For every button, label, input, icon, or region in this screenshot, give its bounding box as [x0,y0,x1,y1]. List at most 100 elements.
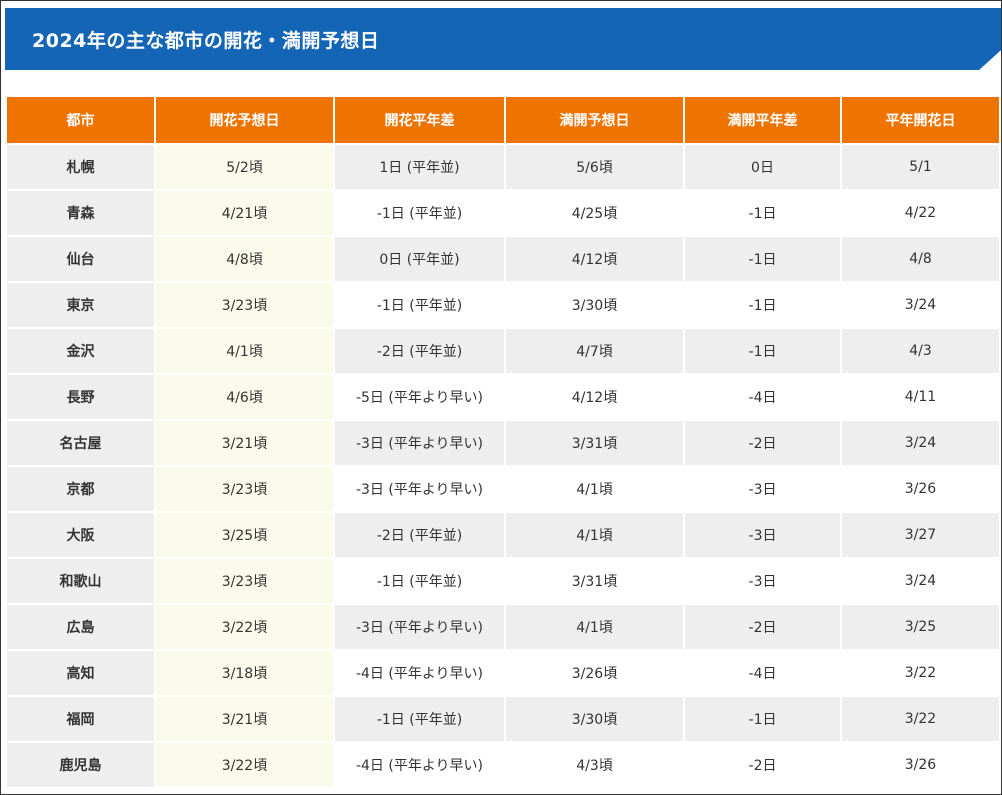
cell-normal-bloom-date: 3/24 [842,421,999,467]
cell-full-bloom-diff: -1日 [685,329,840,375]
cell-normal-bloom-date: 3/24 [842,283,999,329]
cell-bloom-diff: -5日 (平年より早い) [335,375,504,421]
header-full-bloom-date: 満開予想日 [506,97,683,145]
table-row: 金沢 4/1頃 -2日 (平年並) 4/7頃 -1日 4/3 [7,329,999,375]
page-frame: 2024年の主な都市の開花・満開予想日 都市 開花予想日 開花平年差 満開予想日… [0,0,1002,795]
cell-bloom-diff: -1日 (平年並) [335,191,504,237]
cell-city: 広島 [7,605,154,651]
cell-full-bloom-date: 4/1頃 [506,605,683,651]
cell-full-bloom-date: 4/1頃 [506,513,683,559]
cell-normal-bloom-date: 4/22 [842,191,999,237]
cell-city: 東京 [7,283,154,329]
table-row: 福岡 3/21頃 -1日 (平年並) 3/30頃 -1日 3/22 [7,697,999,743]
table-row: 和歌山 3/23頃 -1日 (平年並) 3/31頃 -3日 3/24 [7,559,999,605]
cell-full-bloom-diff: -1日 [685,191,840,237]
cell-full-bloom-date: 3/31頃 [506,421,683,467]
cell-bloom-date: 3/23頃 [156,559,333,605]
title-bar: 2024年の主な都市の開花・満開予想日 [5,8,1001,70]
cell-full-bloom-date: 3/30頃 [506,697,683,743]
table-row: 名古屋 3/21頃 -3日 (平年より早い) 3/31頃 -2日 3/24 [7,421,999,467]
cell-bloom-diff: 1日 (平年並) [335,145,504,191]
cell-city: 京都 [7,467,154,513]
cell-bloom-date: 3/22頃 [156,605,333,651]
cell-bloom-date: 3/23頃 [156,467,333,513]
cell-bloom-diff: -3日 (平年より早い) [335,467,504,513]
cell-full-bloom-diff: -4日 [685,375,840,421]
cell-full-bloom-date: 3/26頃 [506,651,683,697]
table-row: 東京 3/23頃 -1日 (平年並) 3/30頃 -1日 3/24 [7,283,999,329]
cell-bloom-diff: -1日 (平年並) [335,283,504,329]
cell-bloom-diff: -1日 (平年並) [335,697,504,743]
cell-city: 鹿児島 [7,743,154,789]
cell-bloom-date: 3/23頃 [156,283,333,329]
table-row: 高知 3/18頃 -4日 (平年より早い) 3/26頃 -4日 3/22 [7,651,999,697]
cell-bloom-date: 4/8頃 [156,237,333,283]
table-header-row: 都市 開花予想日 開花平年差 満開予想日 満開平年差 平年開花日 [7,97,999,145]
table-row: 京都 3/23頃 -3日 (平年より早い) 4/1頃 -3日 3/26 [7,467,999,513]
cell-normal-bloom-date: 3/27 [842,513,999,559]
cell-full-bloom-date: 5/6頃 [506,145,683,191]
cell-normal-bloom-date: 3/26 [842,743,999,789]
cell-full-bloom-date: 4/7頃 [506,329,683,375]
cell-full-bloom-date: 4/25頃 [506,191,683,237]
cell-normal-bloom-date: 4/11 [842,375,999,421]
table-row: 鹿児島 3/22頃 -4日 (平年より早い) 4/3頃 -2日 3/26 [7,743,999,789]
cell-city: 青森 [7,191,154,237]
cell-normal-bloom-date: 3/26 [842,467,999,513]
cell-bloom-date: 4/21頃 [156,191,333,237]
table-body: 札幌 5/2頃 1日 (平年並) 5/6頃 0日 5/1 青森 4/21頃 -1日 (平年並) 4… [7,145,999,789]
cell-full-bloom-diff: -3日 [685,559,840,605]
cell-full-bloom-diff: 0日 [685,145,840,191]
cell-full-bloom-date: 4/3頃 [506,743,683,789]
table-row: 長野 4/6頃 -5日 (平年より早い) 4/12頃 -4日 4/11 [7,375,999,421]
cell-full-bloom-diff: -2日 [685,421,840,467]
cell-full-bloom-diff: -1日 [685,697,840,743]
cell-bloom-diff: -3日 (平年より早い) [335,421,504,467]
cell-bloom-diff: 0日 (平年並) [335,237,504,283]
header-bloom-diff: 開花平年差 [335,97,504,145]
cell-bloom-date: 4/6頃 [156,375,333,421]
cell-bloom-date: 3/21頃 [156,421,333,467]
cell-bloom-diff: -2日 (平年並) [335,329,504,375]
cell-bloom-date: 3/25頃 [156,513,333,559]
cell-bloom-diff: -3日 (平年より早い) [335,605,504,651]
cell-full-bloom-diff: -2日 [685,605,840,651]
header-full-bloom-diff: 満開平年差 [685,97,840,145]
header-bloom-date: 開花予想日 [156,97,333,145]
cell-full-bloom-diff: -3日 [685,513,840,559]
cell-normal-bloom-date: 3/22 [842,651,999,697]
cell-full-bloom-date: 4/12頃 [506,237,683,283]
cell-normal-bloom-date: 4/8 [842,237,999,283]
cell-full-bloom-diff: -2日 [685,743,840,789]
sakura-forecast-table: 都市 開花予想日 開花平年差 満開予想日 満開平年差 平年開花日 札幌 5/2頃 1… [5,97,1001,789]
cell-full-bloom-date: 4/12頃 [506,375,683,421]
table-row: 広島 3/22頃 -3日 (平年より早い) 4/1頃 -2日 3/25 [7,605,999,651]
cell-city: 仙台 [7,237,154,283]
table-row: 札幌 5/2頃 1日 (平年並) 5/6頃 0日 5/1 [7,145,999,191]
cell-bloom-diff: -4日 (平年より早い) [335,743,504,789]
cell-city: 札幌 [7,145,154,191]
cell-full-bloom-diff: -1日 [685,283,840,329]
cell-full-bloom-diff: -3日 [685,467,840,513]
table-row: 大阪 3/25頃 -2日 (平年並) 4/1頃 -3日 3/27 [7,513,999,559]
table-row: 青森 4/21頃 -1日 (平年並) 4/25頃 -1日 4/22 [7,191,999,237]
cell-city: 長野 [7,375,154,421]
page-title: 2024年の主な都市の開花・満開予想日 [32,29,380,52]
cell-normal-bloom-date: 3/25 [842,605,999,651]
cell-city: 金沢 [7,329,154,375]
cell-full-bloom-diff: -1日 [685,237,840,283]
header-normal-bloom-date: 平年開花日 [842,97,999,145]
cell-normal-bloom-date: 5/1 [842,145,999,191]
cell-city: 福岡 [7,697,154,743]
cell-full-bloom-diff: -4日 [685,651,840,697]
cell-full-bloom-date: 3/30頃 [506,283,683,329]
cell-bloom-date: 5/2頃 [156,145,333,191]
cell-bloom-date: 3/21頃 [156,697,333,743]
cell-bloom-diff: -4日 (平年より早い) [335,651,504,697]
table-row: 仙台 4/8頃 0日 (平年並) 4/12頃 -1日 4/8 [7,237,999,283]
cell-full-bloom-date: 4/1頃 [506,467,683,513]
cell-bloom-diff: -2日 (平年並) [335,513,504,559]
header-city: 都市 [7,97,154,145]
cell-city: 和歌山 [7,559,154,605]
cell-bloom-date: 3/18頃 [156,651,333,697]
